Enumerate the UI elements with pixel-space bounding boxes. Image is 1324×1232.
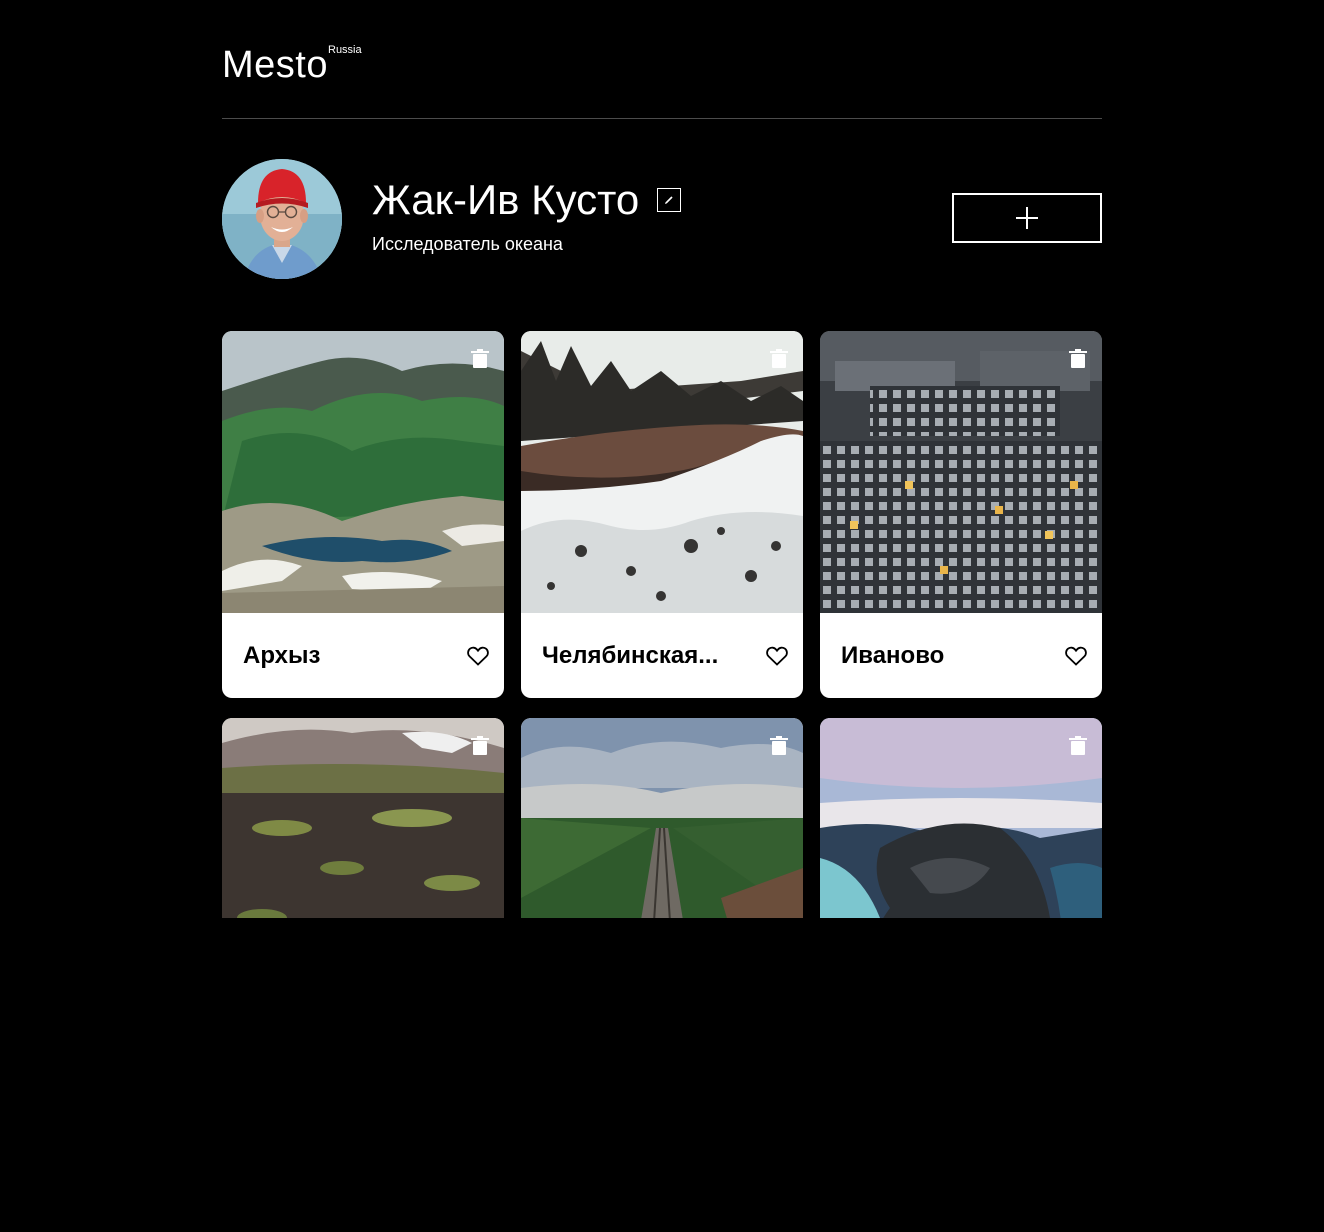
card-image[interactable]	[521, 718, 803, 918]
add-card-button[interactable]	[952, 193, 1102, 243]
card-title: Иваново	[841, 642, 945, 669]
profile-info: Жак-Ив Кусто Исследователь океана	[372, 176, 682, 255]
logo[interactable]: Mesto Russia	[222, 44, 362, 86]
card-title: Челябинская...	[542, 642, 719, 669]
card	[820, 718, 1102, 918]
card-image[interactable]	[222, 331, 504, 613]
card-image[interactable]	[521, 331, 803, 613]
logo-superscript: Russia	[328, 44, 362, 56]
card: Челябинская...	[521, 331, 803, 698]
page: Mesto Russia Жак-Ив Кусто Исследователь …	[222, 0, 1102, 918]
card: Иваново	[820, 331, 1102, 698]
profile-name: Жак-Ив Кусто	[372, 176, 640, 223]
pencil-icon	[665, 196, 673, 204]
edit-profile-button[interactable]	[657, 188, 682, 212]
delete-card-button[interactable]	[471, 349, 489, 368]
profile: Жак-Ив Кусто Исследователь океана	[222, 159, 1102, 279]
delete-card-button[interactable]	[770, 349, 788, 368]
card: Архыз	[222, 331, 504, 698]
card-footer: Иваново	[820, 613, 1102, 698]
card	[222, 718, 504, 918]
card-footer: Челябинская...	[521, 613, 803, 698]
avatar-image	[222, 159, 342, 279]
trash-icon	[1069, 349, 1087, 368]
delete-card-button[interactable]	[1069, 349, 1087, 368]
heart-icon	[467, 646, 489, 666]
heart-icon	[1065, 646, 1087, 666]
card-footer: Архыз	[222, 613, 504, 698]
plus-icon	[1016, 207, 1038, 229]
card-image[interactable]	[222, 718, 504, 918]
delete-card-button[interactable]	[471, 736, 489, 755]
card-image[interactable]	[820, 718, 1102, 918]
trash-icon	[471, 349, 489, 368]
avatar[interactable]	[222, 159, 342, 279]
trash-icon	[471, 736, 489, 755]
like-button[interactable]	[766, 646, 788, 666]
delete-card-button[interactable]	[1069, 736, 1087, 755]
profile-about: Исследователь океана	[372, 234, 563, 254]
delete-card-button[interactable]	[770, 736, 788, 755]
profile-name-row: Жак-Ив Кусто	[372, 176, 682, 223]
logo-text: Mesto	[222, 44, 328, 86]
like-button[interactable]	[1065, 646, 1087, 666]
like-button[interactable]	[467, 646, 489, 666]
card-title: Архыз	[243, 642, 321, 669]
cards-grid: Архыз Челябинская... Иваново	[222, 331, 1102, 918]
heart-icon	[766, 646, 788, 666]
cards-viewport: Архыз Челябинская... Иваново	[222, 279, 1102, 918]
header: Mesto Russia	[222, 44, 1102, 119]
trash-icon	[1069, 736, 1087, 755]
card-image[interactable]	[820, 331, 1102, 613]
trash-icon	[770, 349, 788, 368]
trash-icon	[770, 736, 788, 755]
card	[521, 718, 803, 918]
